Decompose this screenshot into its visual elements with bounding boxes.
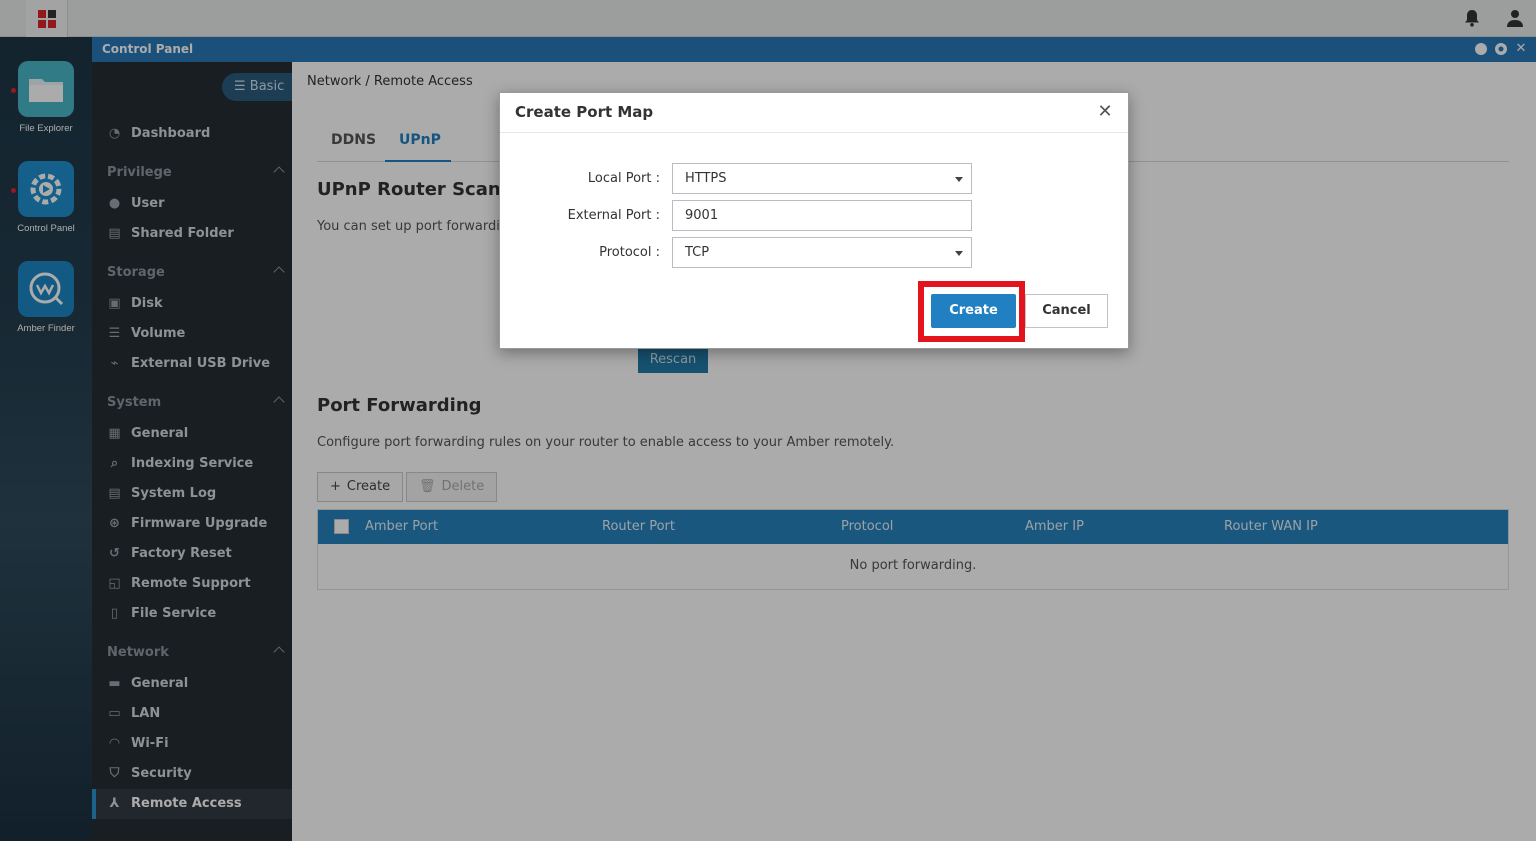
dialog-header: Create Port Map ✕ [500, 93, 1128, 133]
caret-down-icon [955, 177, 963, 182]
close-icon[interactable]: ✕ [1096, 103, 1114, 121]
create-port-map-dialog: Create Port Map ✕ Local Port : HTTPS Ext… [499, 92, 1129, 349]
protocol-row: Protocol : TCP [500, 237, 1130, 268]
protocol-select[interactable]: TCP [672, 237, 972, 268]
local-port-select[interactable]: HTTPS [672, 163, 972, 194]
external-port-input[interactable]: 9001 [672, 200, 972, 231]
local-port-row: Local Port : HTTPS [500, 163, 1130, 194]
external-port-label: External Port : [567, 208, 660, 223]
external-port-row: External Port : 9001 [500, 200, 1130, 231]
highlight-box [918, 281, 1025, 342]
caret-down-icon [955, 251, 963, 256]
local-port-label: Local Port : [587, 171, 660, 186]
protocol-label: Protocol : [599, 245, 660, 260]
dialog-title: Create Port Map [515, 103, 654, 121]
cancel-button[interactable]: Cancel [1025, 294, 1108, 328]
